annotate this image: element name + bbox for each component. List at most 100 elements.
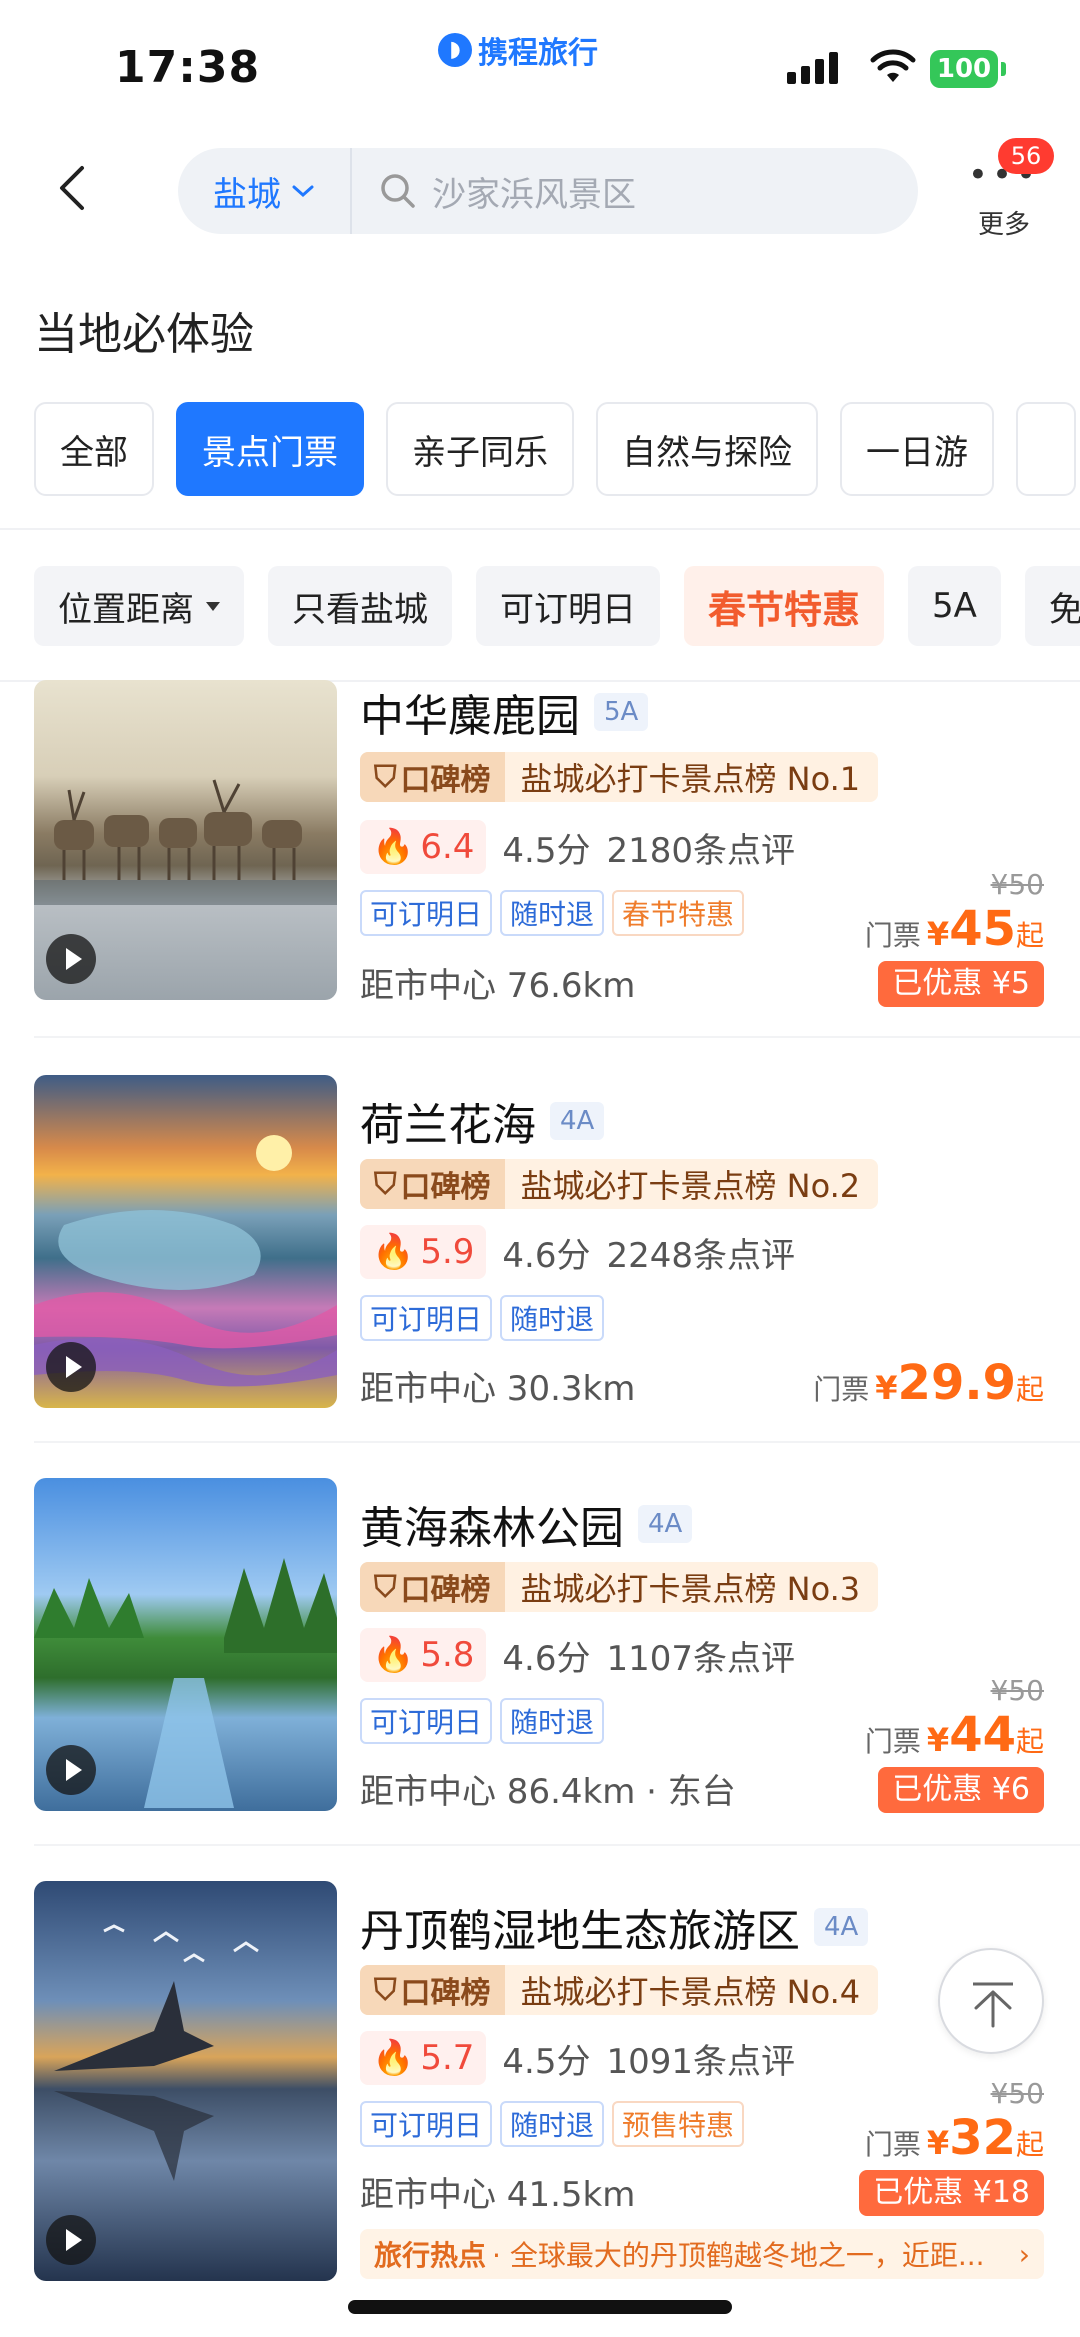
filter-bar: 位置距离 只看盐城 可订明日 春节特惠 5A 免 [34, 566, 1080, 646]
price-amount: 45 [949, 901, 1016, 957]
level-badge: 4A [638, 1505, 693, 1543]
tab-nature[interactable]: 自然与探险 [596, 402, 818, 496]
tab-more-partial[interactable] [1016, 402, 1076, 496]
attraction-photo[interactable] [34, 1075, 337, 1408]
price: 门票 ¥ 29.9 起 [813, 1355, 1044, 1411]
price-area: ¥50 门票 ¥ 44 起 已优惠 ¥6 [865, 1674, 1044, 1813]
review-count[interactable]: 1107条点评 [607, 1631, 796, 1680]
section-title: 当地必体验 [34, 309, 254, 360]
distance: 距市中心 41.5km [360, 2175, 636, 2215]
tag: 随时退 [500, 2101, 605, 2147]
card-separator [34, 1844, 1080, 1846]
price-amount: 44 [949, 1707, 1016, 1763]
card-title-row: 中华麋鹿园 5A [360, 680, 649, 744]
price-suffix: 起 [1015, 1725, 1044, 1758]
review-count[interactable]: 2180条点评 [607, 823, 796, 872]
travel-hotspot-banner[interactable]: 旅行热点 · 全球最大的丹顶鹤越冬地之一，近距... › [360, 2229, 1044, 2279]
play-video-icon[interactable] [46, 1342, 96, 1392]
price-label: 门票 [864, 919, 921, 952]
chevron-right-icon: › [1018, 2237, 1030, 2271]
tab-all[interactable]: 全部 [34, 402, 154, 496]
tab-day-tour[interactable]: 一日游 [840, 402, 994, 496]
attraction-name: 丹顶鹤湿地生态旅游区 [360, 1906, 800, 1957]
heat-score: 🔥 5.8 [360, 1628, 487, 1682]
ranking-text: 盐城必打卡景点榜 No.4 [520, 1973, 861, 2011]
tag-list: 可订明日 随时退 预售特惠 [360, 2101, 745, 2147]
price-area: 门票 ¥ 29.9 起 [813, 1355, 1044, 1411]
app-logo: ◗ 携程旅行 [438, 28, 598, 72]
price-label: 门票 [864, 2128, 921, 2161]
search-input[interactable]: 沙家浜风景区 [432, 167, 636, 216]
ranking-tag: ⛉ 口碑榜 [360, 1965, 505, 2015]
play-video-icon[interactable] [46, 2215, 96, 2265]
shield-icon: ⛉ [374, 1972, 397, 2008]
price-amount: 29.9 [897, 1355, 1016, 1411]
price: 门票 ¥ 32 起 [859, 2110, 1044, 2166]
filter-distance-label: 位置距离 [58, 589, 194, 630]
price-label: 门票 [864, 1725, 921, 1758]
back-arrow-icon[interactable] [44, 158, 104, 218]
card-title-row: 黄海森林公园 4A [360, 1492, 693, 1556]
category-tabs: 全部 景点门票 亲子同乐 自然与探险 一日游 [34, 402, 1076, 496]
review-count[interactable]: 1091条点评 [607, 2034, 796, 2083]
level-badge: 4A [550, 1102, 605, 1140]
ranking-tag-label: 口碑榜 [400, 1573, 491, 1608]
attraction-name: 荷兰花海 [360, 1100, 536, 1151]
hotspot-text: · 全球最大的丹顶鹤越冬地之一，近距... [492, 2239, 985, 2272]
tag: 随时退 [500, 1698, 605, 1744]
filter-book-tomorrow[interactable]: 可订明日 [476, 566, 660, 646]
rating: 4.6分 [502, 1235, 591, 1276]
tag: 可订明日 [360, 1698, 493, 1744]
rating: 4.5分 [502, 830, 591, 871]
back-to-top-button[interactable] [938, 1948, 1044, 2054]
shield-icon: ⛉ [374, 1166, 397, 1202]
original-price: ¥50 [990, 1674, 1044, 1707]
shield-icon: ⛉ [374, 1569, 397, 1605]
discount-badge: 已优惠 ¥5 [878, 961, 1044, 1007]
ranking-badge[interactable]: ⛉ 口碑榜 盐城必打卡景点榜 No.1 [360, 752, 879, 802]
card-title-row: 丹顶鹤湿地生态旅游区 4A [360, 1895, 869, 1959]
shield-icon: ⛉ [374, 759, 397, 795]
ranking-text: 盐城必打卡景点榜 No.3 [520, 1570, 861, 1608]
tag: 预售特惠 [612, 2101, 745, 2147]
ranking-badge[interactable]: ⛉ 口碑榜 盐城必打卡景点榜 No.4 [360, 1965, 879, 2015]
filter-5a[interactable]: 5A [908, 566, 1001, 646]
attraction-photo[interactable] [34, 680, 337, 1000]
notification-badge: 56 [998, 138, 1054, 174]
more-button[interactable]: ••• 更多 56 [966, 138, 1054, 241]
currency-symbol: ¥ [926, 2124, 950, 2162]
tag: 可订明日 [360, 2101, 493, 2147]
tab-tickets[interactable]: 景点门票 [176, 402, 364, 496]
attraction-photo[interactable] [34, 1478, 337, 1811]
app-logo-text: 携程旅行 [478, 36, 598, 71]
distance: 距市中心 76.6km [360, 966, 636, 1006]
review-count[interactable]: 2248条点评 [607, 1228, 796, 1277]
filter-free[interactable]: 免 [1024, 566, 1080, 646]
score-row: 🔥 5.7 4.5分 1091条点评 [360, 2031, 795, 2085]
filter-local-only[interactable]: 只看盐城 [268, 566, 452, 646]
city-label: 盐城 [213, 174, 281, 215]
heat-score: 🔥 5.7 [360, 2031, 487, 2085]
filter-spring-festival[interactable]: 春节特惠 [684, 566, 885, 646]
play-video-icon[interactable] [46, 934, 96, 984]
level-badge: 4A [814, 1908, 869, 1946]
city-selector[interactable]: 盐城 [178, 148, 352, 234]
tag: 春节特惠 [612, 890, 745, 936]
search-bar[interactable]: 盐城 沙家浜风景区 [178, 148, 918, 234]
distance: 距市中心 86.4km · 东台 [360, 1772, 736, 1812]
heat-score: 🔥 6.4 [360, 820, 487, 874]
play-video-icon[interactable] [46, 1745, 96, 1795]
ranking-badge[interactable]: ⛉ 口碑榜 盐城必打卡景点榜 No.2 [360, 1159, 879, 1209]
ranking-tag: ⛉ 口碑榜 [360, 1562, 505, 1612]
ranking-badge[interactable]: ⛉ 口碑榜 盐城必打卡景点榜 No.3 [360, 1562, 879, 1612]
top-navigation: 盐城 沙家浜风景区 ••• 更多 56 [0, 138, 1080, 250]
heat-value: 5.8 [420, 1635, 475, 1675]
wifi-icon [870, 49, 916, 82]
tab-family[interactable]: 亲子同乐 [386, 402, 574, 496]
status-bar: 17:38 ◗ 携程旅行 100 [0, 0, 1080, 130]
currency-symbol: ¥ [926, 915, 950, 953]
flame-icon: 🔥 [372, 2038, 415, 2078]
heat-value: 5.9 [420, 1232, 475, 1272]
filter-distance[interactable]: 位置距离 [34, 566, 244, 646]
attraction-photo[interactable] [34, 1881, 337, 2281]
